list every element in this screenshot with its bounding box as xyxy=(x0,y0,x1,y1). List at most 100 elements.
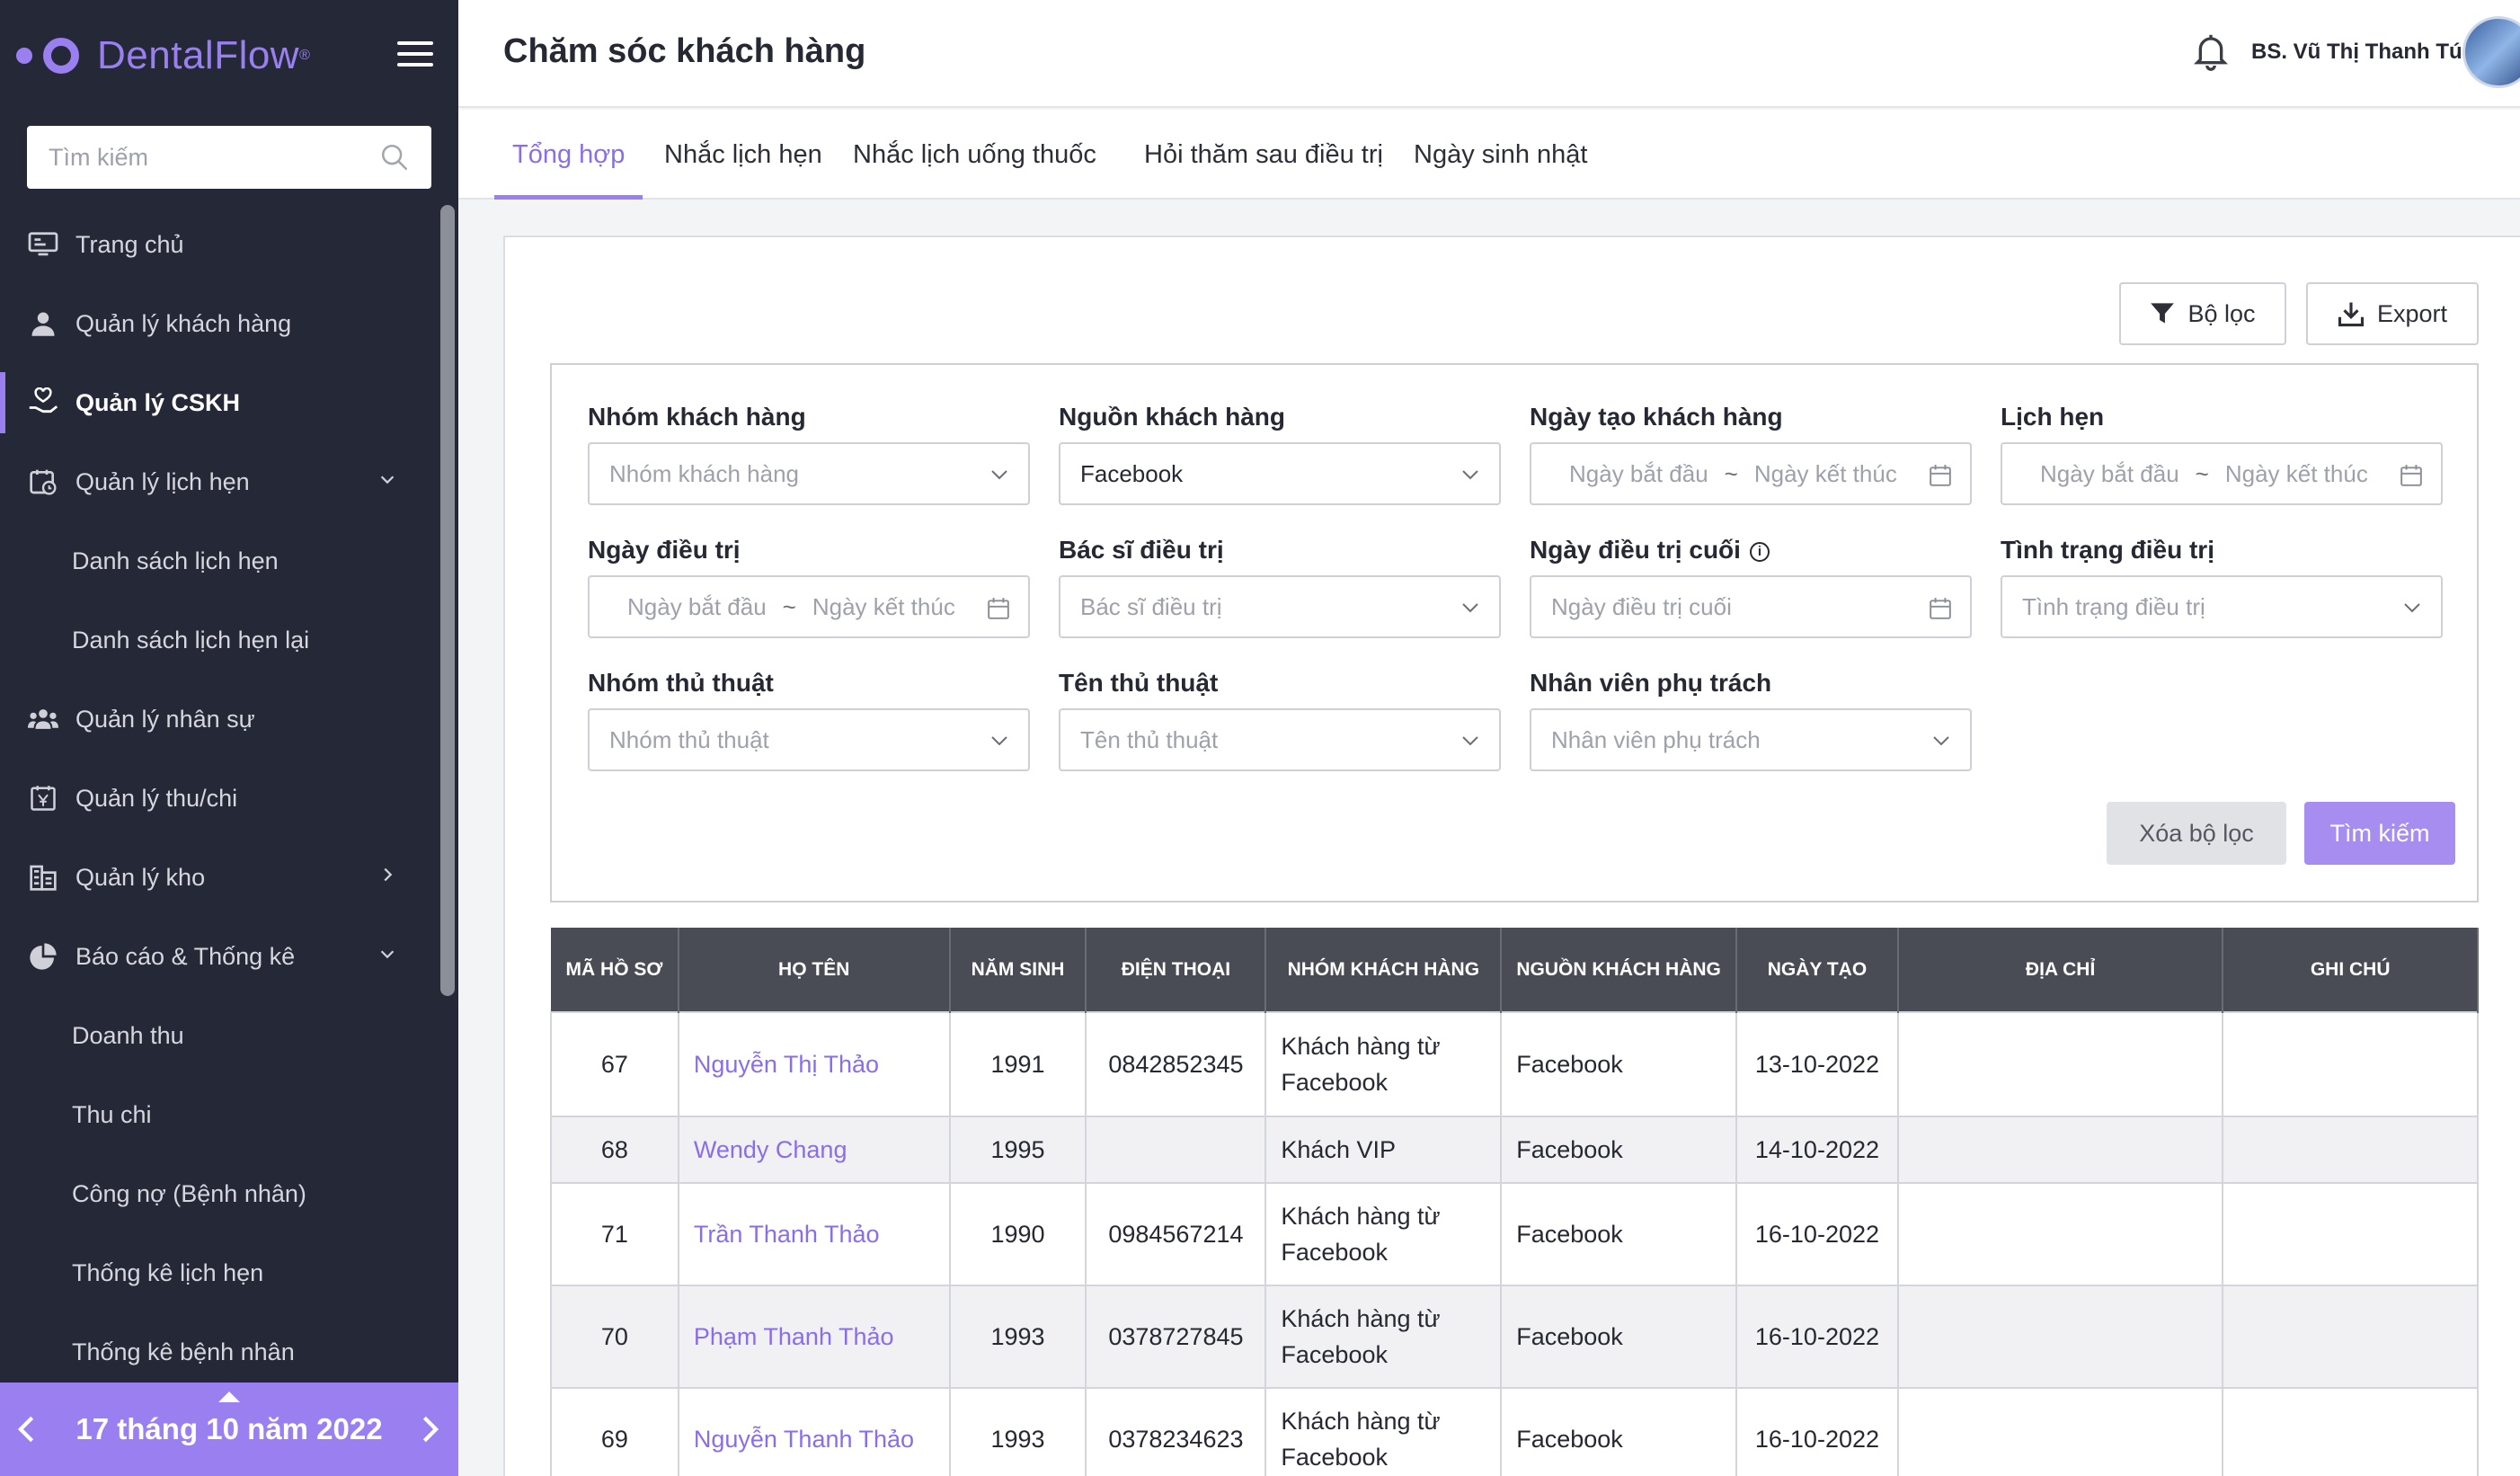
table-row[interactable]: 70 Phạm Thanh Thảo 1993 0378727845 Khách… xyxy=(550,1285,2479,1389)
column-header[interactable]: GHI CHÚ xyxy=(2223,928,2479,1012)
tab-birthday[interactable]: Ngày sinh nhật xyxy=(1396,110,1605,200)
clear-filter-button[interactable]: Xóa bộ lọc xyxy=(2107,802,2286,865)
created-date-cell: 16-10-2022 xyxy=(1735,1387,1899,1476)
treatment-status-placeholder: Tình trạng điều trị xyxy=(2022,592,2205,620)
customer-source-label: Nguồn khách hàng xyxy=(1059,403,1285,431)
doctor-select[interactable]: Bác sĩ điều trị xyxy=(1059,575,1501,638)
export-button[interactable]: Export xyxy=(2306,282,2479,345)
sidebar-item-patient-stats[interactable]: Thống kê bệnh nhân xyxy=(0,1312,437,1392)
column-header[interactable]: NGUỒN KHÁCH HÀNG xyxy=(1501,928,1738,1012)
phone-cell: 0378234623 xyxy=(1085,1387,1267,1476)
sidebar-item-appointment-stats[interactable]: Thống kê lịch hẹn xyxy=(0,1233,437,1312)
sidebar-item-appointments[interactable]: Quản lý lịch hẹn xyxy=(0,442,437,521)
chevron-down-icon[interactable] xyxy=(377,469,397,489)
customer-source-select[interactable]: Facebook xyxy=(1059,442,1501,505)
info-icon[interactable]: i xyxy=(1749,542,1770,562)
chevron-down-icon xyxy=(1460,464,1481,485)
sidebar-scrollbar[interactable] xyxy=(440,205,455,996)
column-header[interactable]: NĂM SINH xyxy=(949,928,1087,1012)
customer-group-cell: Khách VIP xyxy=(1264,1116,1503,1184)
staff-select[interactable]: Nhân viên phụ trách xyxy=(1530,708,1972,771)
sidebar-item-patient-debt[interactable]: Công nợ (Bệnh nhân) xyxy=(0,1154,437,1233)
tab-medication-reminder[interactable]: Nhắc lịch uống thuốc xyxy=(835,110,1114,200)
hand-care-icon xyxy=(27,387,59,419)
search-icon[interactable] xyxy=(379,142,410,173)
sidebar-item-warehouse[interactable]: Quản lý kho xyxy=(0,838,437,917)
sidebar-item-label: Danh sách lịch hẹn xyxy=(72,547,279,574)
last-treatment-label-text: Ngày điều trị cuối xyxy=(1530,536,1741,564)
treatment-date-range[interactable]: Ngày bắt đầu ~ Ngày kết thúc xyxy=(588,575,1030,638)
sidebar-item-home[interactable]: Trang chủ xyxy=(0,205,437,284)
sidebar-item-reports[interactable]: Báo cáo & Thống kê xyxy=(0,917,437,996)
chevron-right-icon[interactable] xyxy=(377,865,397,885)
filter-button[interactable]: Bộ lọc xyxy=(2119,282,2286,345)
sidebar-item-staff[interactable]: Quản lý nhân sự xyxy=(0,680,437,759)
customer-name-link[interactable]: Nguyễn Thị Thảo xyxy=(677,1011,951,1117)
hamburger-menu-icon[interactable] xyxy=(397,41,433,67)
sidebar-item-revenue[interactable]: Doanh thu xyxy=(0,996,437,1075)
range-separator: ~ xyxy=(2195,459,2209,487)
sidebar-nav: Trang chủ Quản lý khách hàng Quản lý CSK… xyxy=(0,205,437,1392)
sidebar-item-customers[interactable]: Quản lý khách hàng xyxy=(0,284,437,363)
sidebar-item-cskh[interactable]: Quản lý CSKH xyxy=(0,363,437,442)
column-header[interactable]: NHÓM KHÁCH HÀNG xyxy=(1265,928,1503,1012)
created-date-cell: 13-10-2022 xyxy=(1735,1011,1899,1117)
customer-name-link[interactable]: Phạm Thanh Thảo xyxy=(677,1285,951,1389)
start-date-placeholder: Ngày bắt đầu xyxy=(1569,459,1708,487)
table-row[interactable]: 69 Nguyễn Thanh Thảo 1993 0378234623 Khá… xyxy=(550,1387,2479,1476)
sidebar-item-appointment-list[interactable]: Danh sách lịch hẹn xyxy=(0,521,437,600)
warehouse-icon xyxy=(27,861,59,894)
phone-cell xyxy=(1085,1116,1267,1184)
chevron-down-icon[interactable] xyxy=(377,944,397,964)
tab-bar: Tổng hợp Nhắc lịch hẹn Nhắc lịch uống th… xyxy=(458,110,2520,200)
procedure-group-select[interactable]: Nhóm thủ thuật xyxy=(588,708,1030,771)
sidebar-item-label: Thống kê bệnh nhân xyxy=(72,1338,295,1365)
customer-group-select[interactable]: Nhóm khách hàng xyxy=(588,442,1030,505)
chevron-left-icon[interactable] xyxy=(11,1413,43,1445)
customer-name-link[interactable]: Wendy Chang xyxy=(677,1116,951,1184)
column-header[interactable]: ĐỊA CHỈ xyxy=(1897,928,2224,1012)
sidebar-item-reappointment-list[interactable]: Danh sách lịch hẹn lại xyxy=(0,600,437,680)
bell-icon[interactable] xyxy=(2193,32,2229,72)
column-header[interactable]: MÃ HỒ SƠ xyxy=(551,928,679,1012)
brand-name: DentalFlow xyxy=(97,33,300,77)
customer-name-link[interactable]: Nguyễn Thanh Thảo xyxy=(677,1387,951,1476)
phone-cell: 0378727845 xyxy=(1085,1285,1267,1389)
sidebar-item-income-expense[interactable]: Thu chi xyxy=(0,1075,437,1154)
chevron-right-icon[interactable] xyxy=(413,1413,446,1445)
column-header[interactable]: HỌ TÊN xyxy=(678,928,951,1012)
column-header[interactable]: ĐIỆN THOẠI xyxy=(1086,928,1267,1012)
user-name[interactable]: BS. Vũ Thị Thanh Tú xyxy=(2251,40,2462,65)
logo-ring-icon xyxy=(43,38,79,74)
sidebar-item-finance[interactable]: Quản lý thu/chi xyxy=(0,759,437,838)
birth-year-cell: 1993 xyxy=(948,1285,1087,1389)
table-row[interactable]: 71 Trần Thanh Thảo 1990 0984567214 Khách… xyxy=(550,1182,2479,1286)
customer-group-label: Nhóm khách hàng xyxy=(588,403,806,431)
last-treatment-date[interactable]: Ngày điều trị cuối xyxy=(1530,575,1972,638)
search-button[interactable]: Tìm kiếm xyxy=(2304,802,2455,865)
procedure-name-select[interactable]: Tên thủ thuật xyxy=(1059,708,1501,771)
brand-logo[interactable]: DentalFlow ® xyxy=(16,27,310,84)
tab-post-treatment-followup[interactable]: Hỏi thăm sau điều trị xyxy=(1126,110,1401,200)
sidebar-item-label: Doanh thu xyxy=(72,1021,184,1049)
treatment-status-select[interactable]: Tình trạng điều trị xyxy=(2001,575,2443,638)
tab-appointment-reminder[interactable]: Nhắc lịch hẹn xyxy=(646,110,840,200)
appointment-date-range[interactable]: Ngày bắt đầu ~ Ngày kết thúc xyxy=(2001,442,2443,505)
sidebar-search-input[interactable] xyxy=(49,143,379,172)
sidebar-item-label: Thu chi xyxy=(72,1100,152,1128)
avatar[interactable] xyxy=(2462,16,2520,88)
column-header[interactable]: NGÀY TẠO xyxy=(1736,928,1899,1012)
table-row[interactable]: 68 Wendy Chang 1995 Khách VIP Facebook 1… xyxy=(550,1116,2479,1184)
current-date-label[interactable]: 17 tháng 10 năm 2022 xyxy=(75,1412,382,1446)
end-date-placeholder: Ngày kết thúc xyxy=(1753,459,1897,487)
customer-group-cell: Khách hàng từ Facebook xyxy=(1264,1285,1503,1389)
treatment-date-label: Ngày điều trị xyxy=(588,536,741,564)
created-date-range[interactable]: Ngày bắt đầu ~ Ngày kết thúc xyxy=(1530,442,1972,505)
table-row[interactable]: 67 Nguyễn Thị Thảo 1991 0842852345 Khách… xyxy=(550,1011,2479,1117)
customer-name-link[interactable]: Trần Thanh Thảo xyxy=(677,1182,951,1286)
chevron-up-icon[interactable] xyxy=(218,1392,240,1402)
treatment-status-label: Tình trạng điều trị xyxy=(2001,536,2214,564)
note-cell xyxy=(2222,1011,2479,1117)
customer-group-cell: Khách hàng từ Facebook xyxy=(1264,1182,1503,1286)
tab-overview[interactable]: Tổng hợp xyxy=(494,110,643,200)
